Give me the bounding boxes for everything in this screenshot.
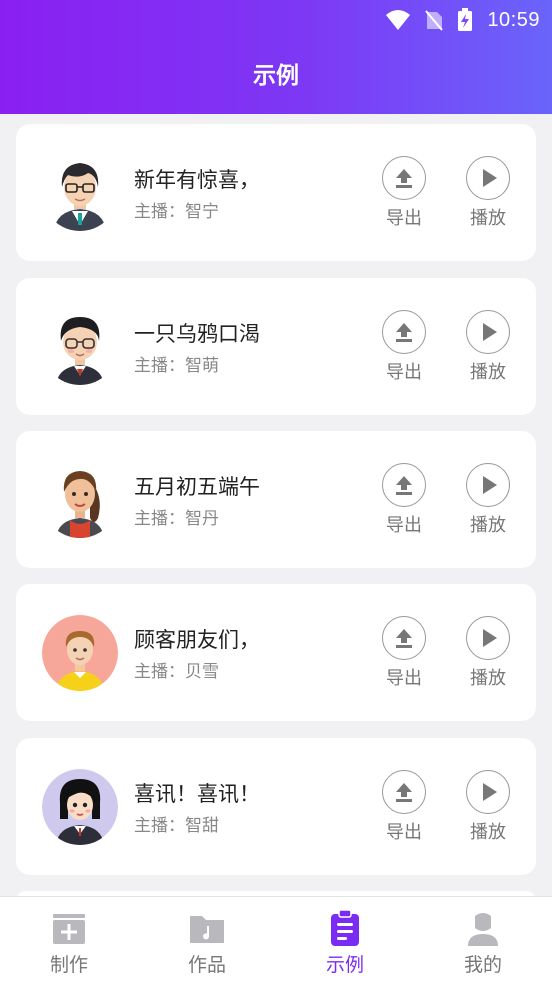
anchor-name: 主播：智萌 <box>134 356 219 376</box>
export-label: 导出 <box>386 362 422 383</box>
export-button[interactable]: 导出 <box>376 616 432 690</box>
anchor-name: 主播：智宁 <box>134 202 219 222</box>
battery-charging-icon <box>458 8 473 31</box>
folder-music-icon <box>187 908 227 948</box>
boy-pink-circle-avatar <box>42 615 118 691</box>
play-label: 播放 <box>470 822 506 843</box>
play-icon <box>466 310 510 354</box>
play-button[interactable]: 播放 <box>460 616 516 690</box>
tab-label: 制作 <box>49 954 88 976</box>
anchor-name: 主播：智丹 <box>134 509 219 529</box>
example-title: 五月初五端午 <box>134 475 260 499</box>
play-label: 播放 <box>470 668 506 689</box>
add-box-icon <box>49 908 89 948</box>
status-bar: 10:59 <box>385 6 540 34</box>
girl-bob-avatar <box>42 769 118 845</box>
upload-icon <box>382 310 426 354</box>
wifi-icon <box>386 10 411 30</box>
example-title: 新年有惊喜， <box>134 168 260 192</box>
play-button[interactable]: 播放 <box>460 156 516 230</box>
export-button[interactable]: 导出 <box>376 310 432 384</box>
tab-label: 我的 <box>463 954 502 976</box>
example-card[interactable]: 喜讯！喜讯！ 主播：智甜 导出 播放 <box>16 738 536 875</box>
clipboard-list-icon <box>325 908 365 948</box>
tab-works[interactable]: 作品 <box>138 897 276 977</box>
play-icon <box>466 770 510 814</box>
play-label: 播放 <box>470 208 506 229</box>
upload-icon <box>382 156 426 200</box>
play-icon <box>466 616 510 660</box>
tab-label: 作品 <box>187 954 226 976</box>
user-icon <box>463 908 503 948</box>
play-button[interactable]: 播放 <box>460 310 516 384</box>
tab-mine[interactable]: 我的 <box>414 897 552 977</box>
play-icon <box>466 156 510 200</box>
example-card[interactable]: 新年有惊喜， 主播：智宁 导出 播放 <box>16 124 536 261</box>
clock-time: 10:59 <box>487 8 540 31</box>
example-title: 顾客朋友们， <box>134 628 260 652</box>
play-icon <box>466 463 510 507</box>
anchor-name: 主播：贝雪 <box>134 662 219 682</box>
export-button[interactable]: 导出 <box>376 463 432 537</box>
export-button[interactable]: 导出 <box>376 156 432 230</box>
woman-ponytail-avatar <box>42 462 118 538</box>
boy-glasses-avatar <box>42 309 118 385</box>
play-label: 播放 <box>470 362 506 383</box>
tab-label: 示例 <box>325 954 364 976</box>
tab-examples[interactable]: 示例 <box>276 897 414 977</box>
example-title: 一只乌鸦口渴 <box>134 322 260 346</box>
tab-make[interactable]: 制作 <box>0 897 138 977</box>
anchor-name: 主播：智甜 <box>134 816 219 836</box>
example-card[interactable]: 顾客朋友们， 主播：贝雪 导出 播放 <box>16 584 536 721</box>
no-sim-icon <box>425 10 444 31</box>
play-button[interactable]: 播放 <box>460 463 516 537</box>
export-label: 导出 <box>386 515 422 536</box>
upload-icon <box>382 616 426 660</box>
example-card[interactable]: 五月初五端午 主播：智丹 导出 播放 <box>16 431 536 568</box>
bottom-tab-bar: 制作 作品 示例 我的 <box>0 896 552 984</box>
upload-icon <box>382 770 426 814</box>
play-label: 播放 <box>470 515 506 536</box>
export-button[interactable]: 导出 <box>376 770 432 844</box>
play-button[interactable]: 播放 <box>460 770 516 844</box>
example-title: 喜讯！喜讯！ <box>134 782 260 806</box>
example-card[interactable]: 一只乌鸦口渴 主播：智萌 导出 播放 <box>16 278 536 415</box>
export-label: 导出 <box>386 822 422 843</box>
upload-icon <box>382 463 426 507</box>
man-glasses-avatar <box>42 155 118 231</box>
export-label: 导出 <box>386 668 422 689</box>
export-label: 导出 <box>386 208 422 229</box>
page-title: 示例 <box>253 63 299 89</box>
app-header: 10:59 示例 <box>0 0 552 114</box>
